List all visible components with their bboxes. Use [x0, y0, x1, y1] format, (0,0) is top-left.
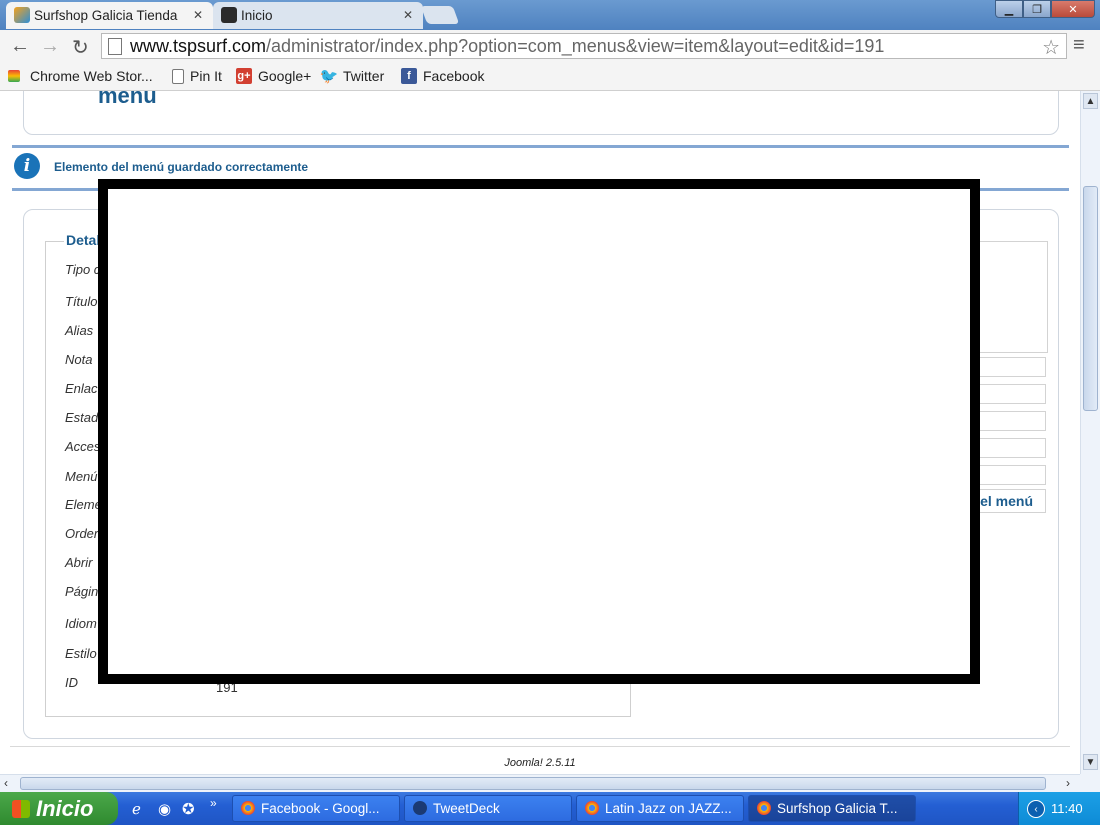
label-nota: Nota	[65, 352, 93, 367]
chrome-icon	[241, 801, 255, 815]
bookmark-star-icon[interactable]: ☆	[1042, 35, 1060, 60]
label-acceso: Acces	[65, 439, 101, 454]
tab-title: Inicio	[241, 8, 273, 23]
bookmark-google-plus[interactable]: g+ Google+	[236, 68, 311, 84]
facebook-icon: f	[401, 68, 417, 84]
url-path: /administrator/index.php?option=com_menu…	[266, 35, 885, 56]
page-viewport: menu i Elemento del menú guardado correc…	[0, 91, 1080, 774]
minimize-button[interactable]: ▁	[995, 0, 1023, 18]
chrome-icon[interactable]: ◉	[158, 800, 171, 818]
reload-icon[interactable]: ↻	[72, 35, 89, 60]
app-quicklaunch-icon[interactable]: ✪	[182, 800, 195, 818]
task-label: Latin Jazz on JAZZ...	[605, 801, 732, 816]
task-label: TweetDeck	[433, 801, 500, 816]
joomla-favicon-icon	[221, 7, 237, 23]
label-enlace: Enlac	[65, 381, 98, 396]
google-plus-icon: g+	[236, 68, 252, 84]
label-id: ID	[65, 675, 78, 690]
tab-title: Surfshop Galicia Tienda	[34, 8, 178, 23]
bookmark-pin-it[interactable]: Pin It	[172, 68, 222, 84]
bookmark-label: Facebook	[423, 68, 485, 84]
page-icon	[108, 38, 122, 55]
scroll-right-icon[interactable]: ›	[1066, 776, 1070, 790]
page-icon	[172, 68, 184, 84]
chrome-web-store-icon	[8, 70, 20, 82]
label-orden: Order	[65, 526, 99, 541]
windows-taskbar: Inicio ℯ ◉ ✪ » Facebook - Googl... Tweet…	[0, 792, 1100, 825]
task-label: Facebook - Googl...	[261, 801, 380, 816]
tab-inicio[interactable]: Inicio ✕	[213, 2, 423, 29]
footer-version: Joomla! 2.5.11	[504, 757, 576, 769]
chrome-icon	[585, 801, 599, 815]
label-estilo: Estilo	[65, 646, 97, 661]
task-surfshop[interactable]: Surfshop Galicia T...	[748, 795, 916, 822]
vertical-scrollbar[interactable]: ▲ ▼	[1080, 91, 1100, 774]
maximize-button[interactable]: ❐	[1023, 0, 1051, 18]
system-tray[interactable]: ‹ 11:40	[1018, 792, 1100, 825]
bookmark-twitter[interactable]: 🐦 Twitter	[319, 68, 385, 85]
chrome-menu-icon[interactable]: ≡	[1073, 34, 1085, 57]
task-facebook[interactable]: Facebook - Googl...	[232, 795, 400, 822]
start-label: Inicio	[36, 795, 94, 821]
clock: 11:40	[1051, 801, 1083, 816]
url-host: www.tspsurf.com	[130, 35, 267, 56]
bookmark-label: Pin It	[190, 68, 222, 84]
horizontal-scrollbar[interactable]: ‹ ›	[0, 774, 1080, 792]
windows-flag-icon	[12, 799, 30, 818]
close-window-button[interactable]: ✕	[1051, 0, 1095, 18]
page-title: menu	[98, 91, 157, 108]
label-menu: Menú	[65, 469, 98, 484]
info-icon: i	[14, 153, 40, 179]
bookmark-label: Twitter	[343, 68, 385, 84]
label-alias: Alias	[65, 323, 94, 338]
horizontal-scroll-thumb[interactable]	[20, 777, 1046, 790]
forward-arrow-icon[interactable]: →	[40, 35, 60, 58]
task-latin-jazz[interactable]: Latin Jazz on JAZZ...	[576, 795, 744, 822]
bookmark-label: Chrome Web Stor...	[30, 68, 153, 84]
close-tab-icon[interactable]: ✕	[403, 8, 413, 22]
tab-surfshop[interactable]: Surfshop Galicia Tienda ✕	[6, 2, 213, 29]
label-estado: Estad	[65, 410, 99, 425]
bookmarks-bar: Chrome Web Stor... Pin It g+ Google+ 🐦 T…	[0, 63, 1100, 91]
back-arrow-icon[interactable]: ←	[10, 35, 30, 58]
scrollbar-corner	[1080, 774, 1100, 792]
label-pagina: Págin	[65, 584, 99, 599]
bookmark-chrome-web-store[interactable]: Chrome Web Stor...	[8, 68, 153, 84]
label-elemento: Eleme	[65, 497, 102, 512]
tweetdeck-icon	[413, 801, 427, 815]
page-header-box	[23, 91, 1059, 135]
tray-arrow-icon[interactable]: ‹	[1027, 800, 1045, 818]
fieldset-legend: Detal	[64, 232, 103, 248]
surfshop-favicon-icon	[14, 7, 30, 23]
twitter-bird-icon: 🐦	[319, 68, 339, 85]
label-abrir: Abrir	[65, 555, 93, 570]
vertical-scroll-thumb[interactable]	[1083, 186, 1098, 411]
label-idioma: Idiom	[65, 616, 97, 631]
address-bar[interactable]: www.tspsurf.com/administrator/index.php?…	[101, 33, 1067, 59]
browser-titlebar: Surfshop Galicia Tienda ✕ Inicio ✕ ▁ ❐ ✕	[0, 0, 1100, 30]
quicklaunch-more-icon[interactable]: »	[210, 796, 217, 810]
ie-icon[interactable]: ℯ	[132, 800, 141, 818]
message-text: Elemento del menú guardado correctamente	[54, 160, 309, 174]
scroll-left-icon[interactable]: ‹	[4, 776, 8, 790]
task-label: Surfshop Galicia T...	[777, 801, 898, 816]
bookmark-facebook[interactable]: f Facebook	[401, 68, 484, 84]
task-tweetdeck[interactable]: TweetDeck	[404, 795, 572, 822]
footer-divider	[10, 746, 1070, 747]
start-button[interactable]: Inicio	[0, 792, 118, 825]
bookmark-label: Google+	[258, 68, 312, 84]
redaction-box	[98, 179, 980, 684]
chrome-icon	[757, 801, 771, 815]
scroll-down-icon[interactable]: ▼	[1083, 754, 1098, 770]
label-tipo: Tipo c	[65, 262, 101, 277]
label-titulo: Título	[65, 294, 98, 309]
close-tab-icon[interactable]: ✕	[193, 8, 203, 22]
new-tab-button[interactable]	[420, 6, 460, 24]
scroll-up-icon[interactable]: ▲	[1083, 93, 1098, 109]
